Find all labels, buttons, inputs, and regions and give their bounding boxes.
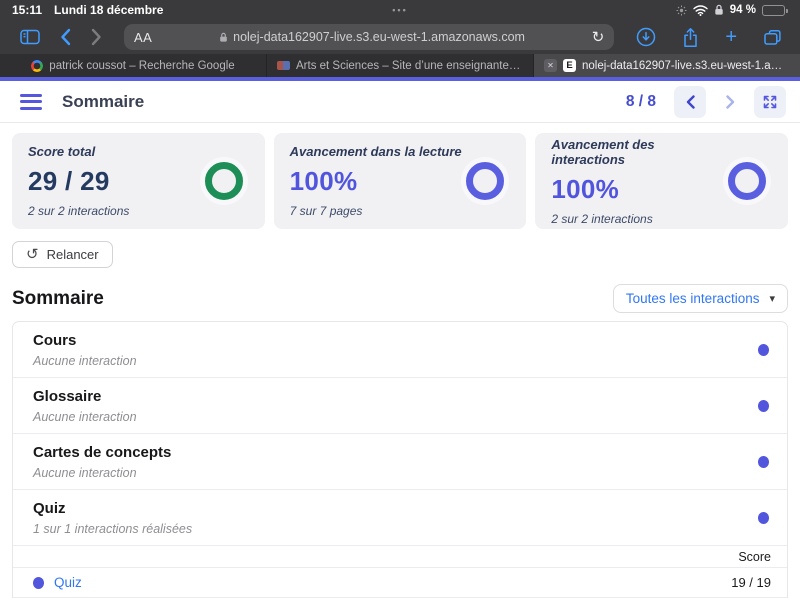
score-row-quiz: Quiz 19 / 19 — [13, 568, 787, 598]
close-tab-icon[interactable]: ✕ — [544, 59, 557, 72]
back-button[interactable] — [60, 28, 71, 46]
fullscreen-icon[interactable] — [754, 86, 786, 118]
share-icon[interactable] — [682, 27, 699, 48]
list-item-quiz[interactable]: Quiz 1 sur 1 interactions réalisées — [13, 490, 787, 546]
address-bar[interactable]: AA nolej-data162907-live.s3.eu-west-1.am… — [124, 24, 614, 50]
list-item-glossaire[interactable]: Glossaire Aucune interaction — [13, 378, 787, 434]
status-dot-icon — [33, 577, 44, 589]
battery-percent: 94 % — [730, 4, 756, 16]
next-page-button[interactable] — [714, 86, 746, 118]
download-icon[interactable] — [636, 27, 656, 47]
wifi-icon — [693, 5, 708, 16]
ipad-screen: 15:11 Lundi 18 décembre ••• — [0, 0, 800, 600]
page-header: Sommaire 8 / 8 — [0, 81, 800, 123]
page-counter: 8 / 8 — [626, 93, 656, 111]
reading-ring-icon — [466, 162, 504, 200]
tab-arts-sciences[interactable]: Arts et Sciences – Site d’une enseignant… — [267, 54, 534, 77]
tab-bar: patrick coussot – Recherche Google Arts … — [0, 54, 800, 77]
score-ring-icon — [205, 162, 243, 200]
safari-toolbar: AA nolej-data162907-live.s3.eu-west-1.am… — [0, 20, 800, 54]
chevron-down-icon: ▾ — [769, 292, 775, 305]
status-dot-icon — [758, 456, 769, 468]
battery-icon — [762, 5, 785, 16]
status-dot-icon — [758, 400, 769, 412]
summary-list: Cours Aucune interaction Glossaire Aucun… — [12, 321, 788, 598]
list-item-cartes[interactable]: Cartes de concepts Aucune interaction — [13, 434, 787, 490]
sidebar-toggle-icon[interactable] — [20, 29, 40, 45]
tabs-overview-icon[interactable] — [763, 29, 782, 46]
date: Lundi 18 décembre — [54, 3, 163, 17]
quiz-link[interactable]: Quiz — [54, 575, 82, 590]
menu-icon[interactable] — [20, 94, 42, 110]
forward-button[interactable] — [91, 28, 102, 46]
url-text: nolej-data162907-live.s3.eu-west-1.amazo… — [233, 30, 525, 44]
e-favicon-icon: E — [563, 59, 576, 72]
summary-section-header: Sommaire Toutes les interactions ▾ — [12, 284, 788, 313]
prev-page-button[interactable] — [674, 86, 706, 118]
card-score-total: Score total 29 / 29 2 sur 2 interactions — [12, 133, 265, 229]
google-favicon-icon — [31, 60, 43, 72]
quiz-score: 19 / 19 — [731, 575, 771, 590]
card-reading-progress: Avancement dans la lecture 100% 7 sur 7 … — [274, 133, 527, 229]
tab-google-search[interactable]: patrick coussot – Recherche Google — [0, 54, 267, 77]
status-bar: 15:11 Lundi 18 décembre ••• — [0, 0, 800, 20]
score-column-header: Score — [13, 546, 787, 568]
clock: 15:11 — [12, 3, 42, 17]
tab-nolej-active[interactable]: ✕ E nolej-data162907-live.s3.eu-west-1.a… — [534, 54, 800, 77]
reader-options-button[interactable]: AA — [134, 30, 152, 45]
stats-cards: Score total 29 / 29 2 sur 2 interactions… — [12, 133, 788, 229]
new-tab-button[interactable]: + — [725, 27, 737, 47]
reload-button[interactable]: ↻ — [592, 28, 605, 46]
restart-icon: ↺ — [26, 247, 39, 262]
summary-title: Sommaire — [12, 288, 104, 310]
tls-lock-icon — [219, 32, 228, 43]
status-dot-icon — [758, 344, 769, 356]
lock-icon — [714, 4, 724, 16]
status-dot-icon — [758, 512, 769, 524]
web-page: Sommaire 8 / 8 — [0, 81, 800, 600]
card-interactions-progress: Avancement des interactions 100% 2 sur 2… — [535, 133, 788, 229]
interactions-ring-icon — [728, 162, 766, 200]
restart-button[interactable]: ↺ Relancer — [12, 241, 113, 268]
site-favicon-icon — [277, 61, 290, 70]
brightness-icon — [676, 5, 687, 16]
interactions-filter-dropdown[interactable]: Toutes les interactions ▾ — [613, 284, 788, 313]
list-item-cours[interactable]: Cours Aucune interaction — [13, 322, 787, 378]
page-title: Sommaire — [62, 92, 144, 112]
